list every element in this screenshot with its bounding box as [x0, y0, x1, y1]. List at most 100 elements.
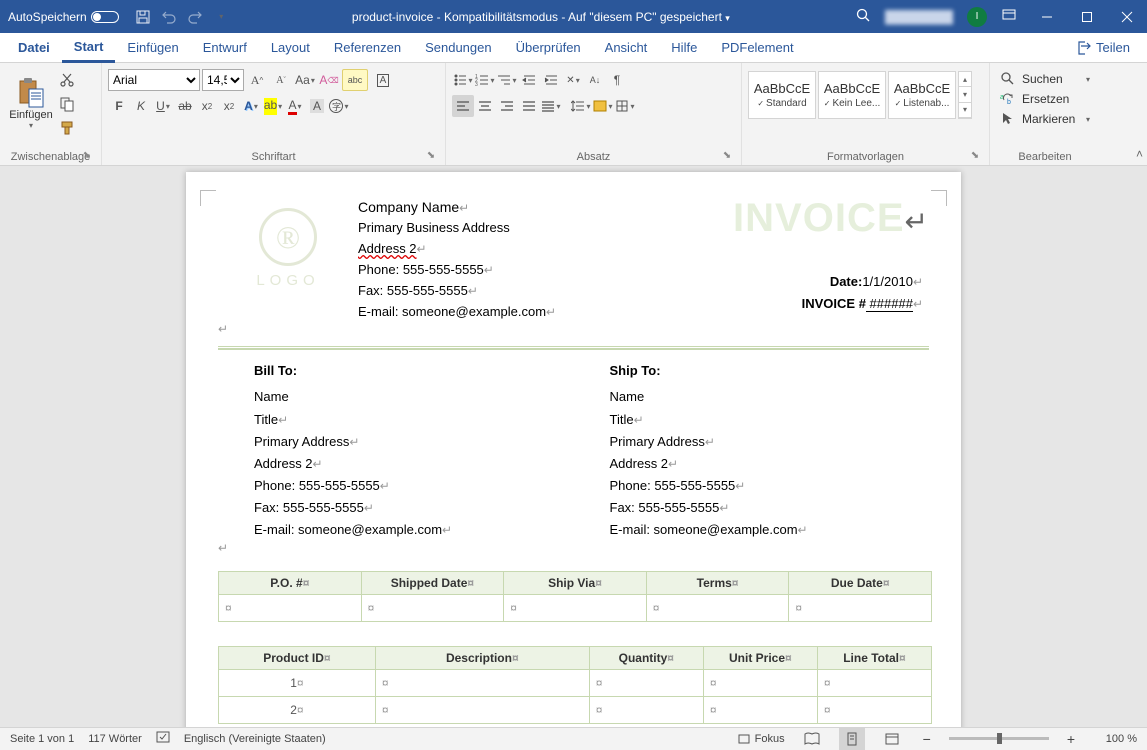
- ship-to-block: Ship To: Name Title↵ Primary Address↵ Ad…: [574, 360, 930, 541]
- zoom-out-button[interactable]: −: [919, 731, 935, 747]
- borders-button[interactable]: [614, 95, 636, 117]
- language-indicator[interactable]: Englisch (Vereinigte Staaten): [184, 733, 326, 745]
- tab-references[interactable]: Referenzen: [322, 33, 413, 63]
- format-painter-button[interactable]: [56, 117, 78, 139]
- page[interactable]: ® LOGO Company Name↵ Primary Business Ad…: [186, 172, 961, 727]
- dialog-launcher-icon[interactable]: ⬊: [81, 149, 93, 161]
- bullets-button[interactable]: [452, 69, 474, 91]
- paste-button[interactable]: Einfügen ▾: [6, 67, 56, 139]
- grow-font-button[interactable]: A^: [246, 69, 268, 91]
- font-name-select[interactable]: Arial: [108, 69, 200, 91]
- table-row: 1¤¤¤¤¤: [219, 670, 932, 697]
- superscript-button[interactable]: x2: [218, 95, 240, 117]
- decrease-indent-button[interactable]: [518, 69, 540, 91]
- select-button[interactable]: Markieren▾: [996, 109, 1094, 129]
- tab-start[interactable]: Start: [62, 33, 116, 63]
- tab-draw[interactable]: Entwurf: [191, 33, 259, 63]
- styles-gallery-scroll[interactable]: ▴▾▾: [958, 71, 972, 119]
- change-case-button[interactable]: Aa: [294, 69, 316, 91]
- find-button[interactable]: Suchen▾: [996, 69, 1094, 89]
- maximize-button[interactable]: [1067, 0, 1107, 33]
- dialog-launcher-icon[interactable]: ⬊: [721, 149, 733, 161]
- table-row: 2¤¤¤¤¤: [219, 697, 932, 724]
- group-label: Absatz⬊: [452, 149, 735, 163]
- bold-button[interactable]: F: [108, 95, 130, 117]
- asian-layout-button[interactable]: ✕: [562, 69, 584, 91]
- status-bar: Seite 1 von 1 117 Wörter Englisch (Verei…: [0, 727, 1147, 749]
- tab-file[interactable]: Datei: [6, 33, 62, 63]
- proofing-icon[interactable]: [156, 730, 170, 747]
- zoom-slider[interactable]: [949, 737, 1049, 740]
- redo-icon[interactable]: [187, 9, 203, 25]
- style-list[interactable]: AaBbCcE ✓Listenab...: [888, 71, 956, 119]
- shipping-info-table: P.O. #¤ Shipped Date¤ Ship Via¤ Terms¤ D…: [218, 571, 932, 622]
- qat-dropdown-icon[interactable]: [213, 9, 229, 25]
- zoom-level[interactable]: 100 %: [1093, 733, 1137, 745]
- cut-button[interactable]: [56, 69, 78, 91]
- zoom-in-button[interactable]: +: [1063, 731, 1079, 747]
- group-styles: AaBbCcE ✓Standard AaBbCcE ✓Kein Lee... A…: [742, 63, 990, 165]
- document-area[interactable]: ® LOGO Company Name↵ Primary Business Ad…: [0, 166, 1147, 727]
- search-icon[interactable]: [855, 7, 871, 26]
- user-avatar[interactable]: I: [967, 7, 987, 27]
- web-layout-button[interactable]: [879, 728, 905, 750]
- align-right-button[interactable]: [496, 95, 518, 117]
- character-shading-button[interactable]: A: [306, 95, 328, 117]
- increase-indent-button[interactable]: [540, 69, 562, 91]
- style-standard[interactable]: AaBbCcE ✓Standard: [748, 71, 816, 119]
- group-label: Formatvorlagen⬊: [748, 149, 983, 163]
- font-color-button[interactable]: A: [284, 95, 306, 117]
- text-effects-button[interactable]: A: [240, 95, 262, 117]
- numbering-button[interactable]: 123: [474, 69, 496, 91]
- font-size-select[interactable]: 14,5: [202, 69, 244, 91]
- line-spacing-button[interactable]: [570, 95, 592, 117]
- shrink-font-button[interactable]: Aˇ: [270, 69, 292, 91]
- focus-mode-button[interactable]: Fokus: [737, 732, 785, 746]
- read-mode-button[interactable]: [799, 728, 825, 750]
- collapse-ribbon-icon[interactable]: ˄: [1136, 147, 1143, 161]
- dialog-launcher-icon[interactable]: ⬊: [425, 149, 437, 161]
- group-editing: Suchen▾ ab Ersetzen Markieren▾ Bearbeite…: [990, 63, 1100, 165]
- page-indicator[interactable]: Seite 1 von 1: [10, 733, 74, 745]
- distributed-button[interactable]: [540, 95, 562, 117]
- save-icon[interactable]: [135, 9, 151, 25]
- ribbon-display-icon[interactable]: [1001, 7, 1017, 26]
- tab-mailings[interactable]: Sendungen: [413, 33, 504, 63]
- minimize-button[interactable]: [1027, 0, 1067, 33]
- line-items-table: Product ID¤ Description¤ Quantity¤ Unit …: [218, 646, 932, 724]
- tab-view[interactable]: Ansicht: [593, 33, 660, 63]
- word-count[interactable]: 117 Wörter: [88, 733, 142, 745]
- highlight-button[interactable]: ab: [262, 95, 284, 117]
- italic-button[interactable]: K: [130, 95, 152, 117]
- close-button[interactable]: [1107, 0, 1147, 33]
- share-button[interactable]: Teilen: [1065, 39, 1141, 57]
- multilevel-list-button[interactable]: [496, 69, 518, 91]
- print-layout-button[interactable]: [839, 728, 865, 750]
- character-border-button[interactable]: A: [370, 69, 396, 91]
- clear-formatting-button[interactable]: A⌫: [318, 69, 340, 91]
- copy-button[interactable]: [56, 93, 78, 115]
- align-justify-button[interactable]: [518, 95, 540, 117]
- dialog-launcher-icon[interactable]: ⬊: [969, 149, 981, 161]
- tab-help[interactable]: Hilfe: [659, 33, 709, 63]
- tab-layout[interactable]: Layout: [259, 33, 322, 63]
- strike-button[interactable]: ab: [174, 95, 196, 117]
- user-name[interactable]: ████████: [885, 10, 953, 24]
- sort-button[interactable]: A↓: [584, 69, 606, 91]
- phonetic-guide-button[interactable]: abc: [342, 69, 368, 91]
- autosave-toggle[interactable]: AutoSpeichern: [0, 10, 127, 24]
- subscript-button[interactable]: x2: [196, 95, 218, 117]
- show-marks-button[interactable]: ¶: [606, 69, 628, 91]
- underline-button[interactable]: U: [152, 95, 174, 117]
- undo-icon[interactable]: [161, 9, 177, 25]
- replace-button[interactable]: ab Ersetzen: [996, 89, 1094, 109]
- tab-insert[interactable]: Einfügen: [115, 33, 190, 63]
- align-left-button[interactable]: [452, 95, 474, 117]
- tab-review[interactable]: Überprüfen: [504, 33, 593, 63]
- shading-button[interactable]: [592, 95, 614, 117]
- group-label: Schriftart⬊: [108, 149, 439, 163]
- tab-pdfelement[interactable]: PDFelement: [709, 33, 805, 63]
- style-no-spacing[interactable]: AaBbCcE ✓Kein Lee...: [818, 71, 886, 119]
- align-center-button[interactable]: [474, 95, 496, 117]
- enclose-characters-button[interactable]: 字: [328, 95, 350, 117]
